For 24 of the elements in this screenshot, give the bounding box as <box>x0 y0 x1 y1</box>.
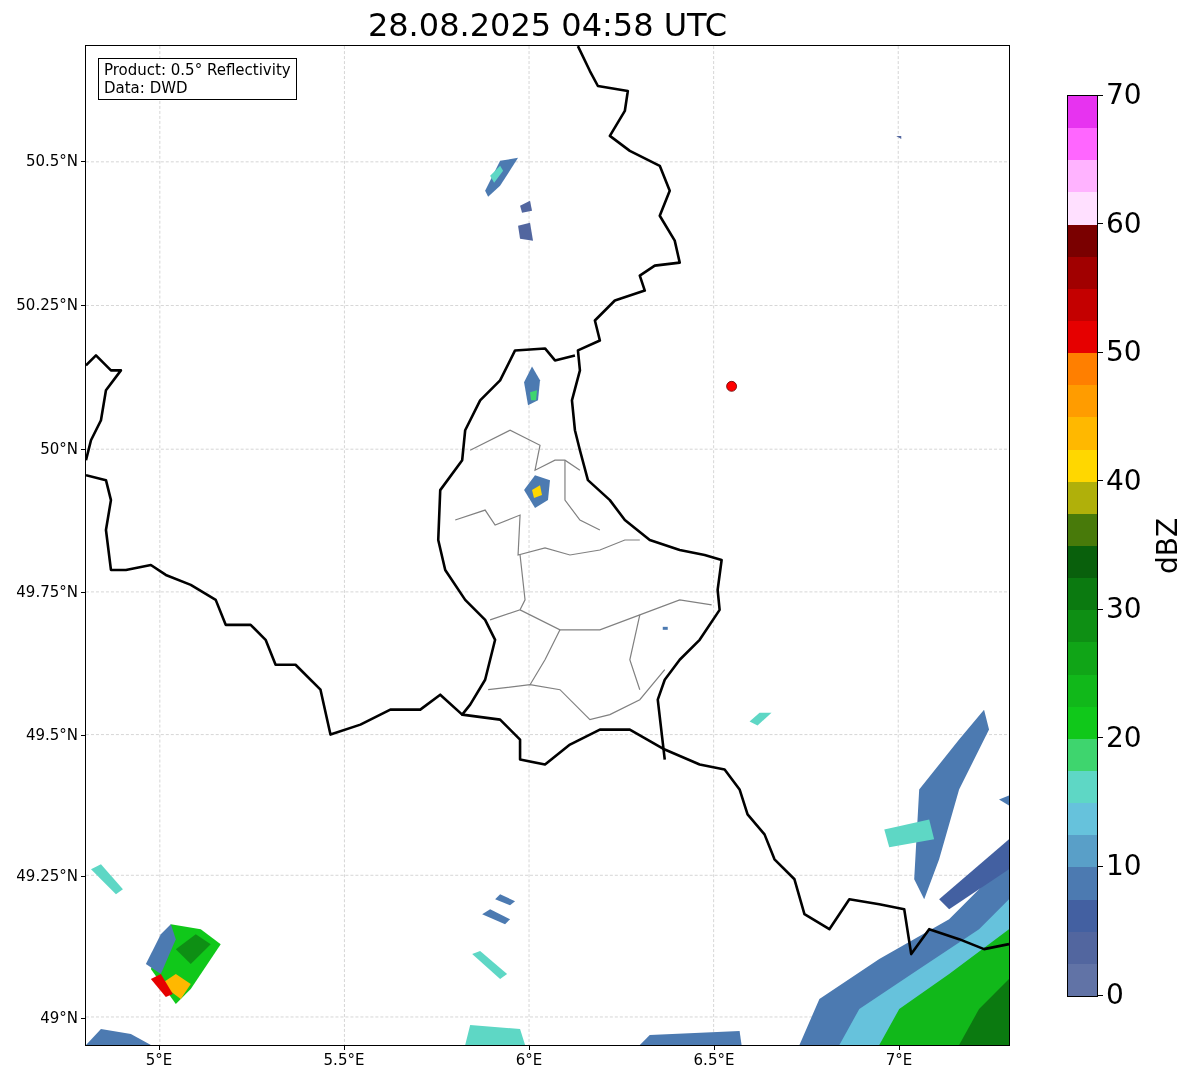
colorbar-tick-label: 60 <box>1106 207 1142 240</box>
latitude-label: 50.25°N <box>16 295 78 315</box>
colorbar-tick-label: 70 <box>1106 79 1142 111</box>
colorbar-tick-label: 40 <box>1106 464 1142 497</box>
info-text: Product: 0.5° Reflectivity <box>104 61 291 79</box>
longitude-label: 7°E <box>885 1050 913 1070</box>
latitude-label: 49.75°N <box>16 582 78 602</box>
latitude-label: 49.5°N <box>25 725 78 745</box>
longitude-label: 6°E <box>515 1050 543 1070</box>
latitude-label: 50.5°N <box>25 151 78 171</box>
info-text: Data: DWD <box>104 79 189 97</box>
latitude-label: 49°N <box>40 1008 78 1028</box>
colorbar-axis-label: dBZ <box>1150 517 1185 575</box>
latitude-label: 49.25°N <box>16 866 78 886</box>
colorbar-tick-label: 10 <box>1106 850 1142 883</box>
longitude-label: 5.5°E <box>323 1050 365 1070</box>
latitude-label: 50°N <box>40 439 78 459</box>
chart-title: 28.08.2025 04:58 UTC <box>367 5 728 45</box>
colorbar-tick-label: 0 <box>1106 979 1124 1011</box>
colorbar-tick-label: 20 <box>1106 721 1142 754</box>
colorbar-tick-label: 50 <box>1106 336 1142 369</box>
colorbar-tick-label: 30 <box>1106 593 1142 626</box>
longitude-label: 6.5°E <box>693 1050 735 1070</box>
longitude-label: 5°E <box>145 1050 173 1070</box>
